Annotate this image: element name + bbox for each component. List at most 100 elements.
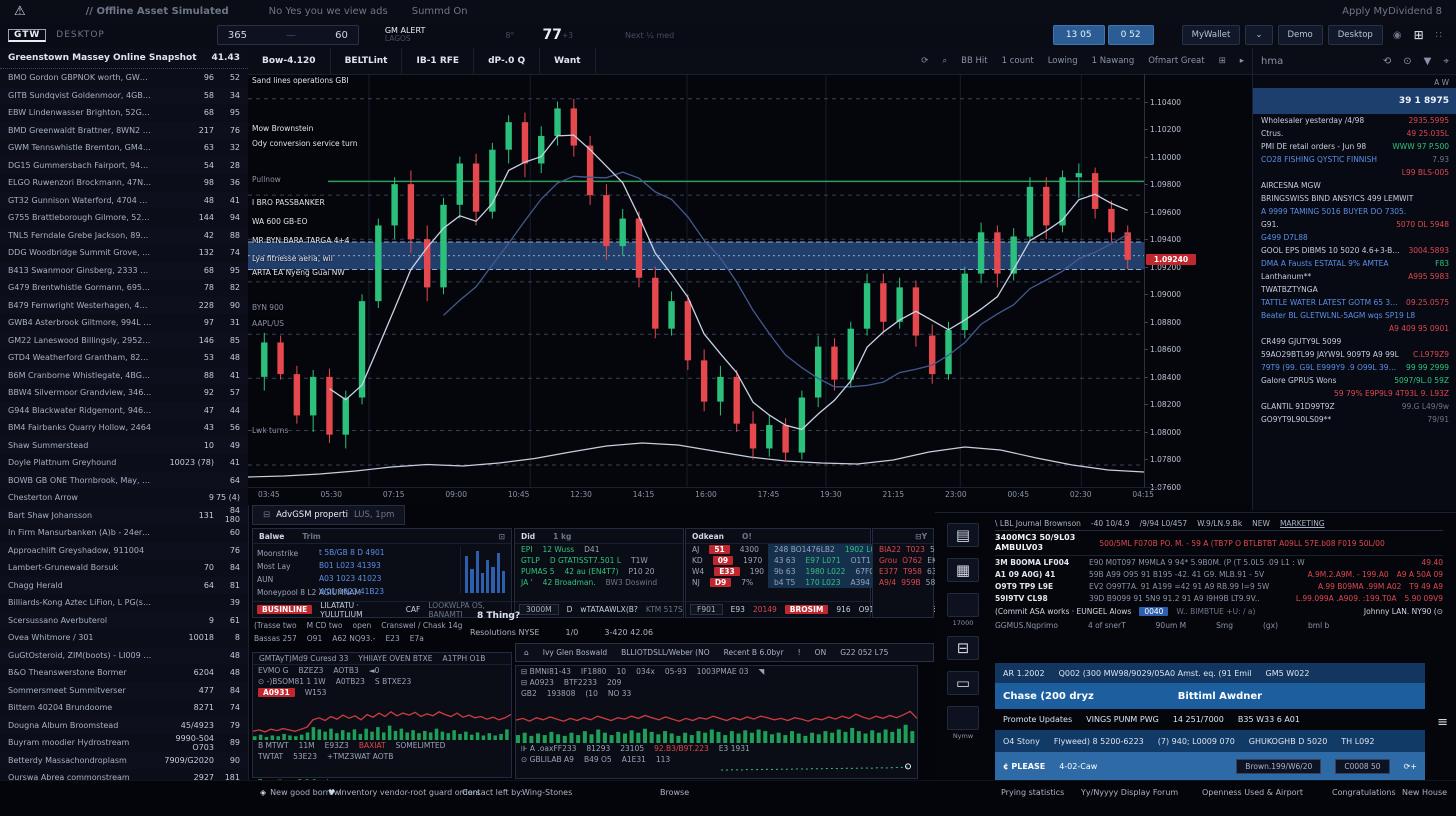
strip-tool-icon[interactable]: ⊟ xyxy=(947,636,979,660)
chart-toolbar-item[interactable]: 1 Nawang xyxy=(1092,56,1135,66)
dom-sell-row[interactable]: W4E33190 xyxy=(686,566,768,577)
dom-sell-row[interactable]: KD091970 xyxy=(686,555,768,566)
symbol-row[interactable]: Doyle Plattnum Greyhound 10023 (78) 41 xyxy=(0,454,248,472)
quotes-footer-item[interactable]: D xyxy=(567,605,573,614)
symbol-row[interactable]: BBW4 Silvermoor Grandview, 3464 6952 92 … xyxy=(0,384,248,402)
target-icon[interactable]: ⌖ xyxy=(1443,56,1449,67)
strip-tool-icon[interactable]: ▤ xyxy=(947,523,979,547)
menu-item-summary[interactable]: Summd On xyxy=(412,6,468,17)
feed-item[interactable]: DMA A Fausts ESTATAL 9% AMTEA F83 xyxy=(1253,257,1456,270)
filter-icon[interactable]: ▼ xyxy=(1424,56,1432,67)
status-item[interactable]: Congratulations xyxy=(1328,788,1396,797)
chart-toolbar-item[interactable]: 1 count xyxy=(1002,56,1034,66)
symbol-row[interactable]: G944 Blackwater Ridgemont, 9464 2925 47 … xyxy=(0,402,248,420)
status-item[interactable]: Contact left by: xyxy=(458,788,523,797)
strip-tool-icon[interactable] xyxy=(947,593,979,617)
symbol-row[interactable]: G755 Brattleborough Gilmore, 5272 8756 1… xyxy=(0,209,248,227)
news-header-cell[interactable]: \ LBL Journal Brownson xyxy=(995,519,1081,528)
order-book[interactable]: t 5B/GB 8 D 4901B01 L023 41393A03 1023 4… xyxy=(319,546,393,598)
chart-toolbar-item[interactable]: BB Hit xyxy=(961,56,987,66)
feed-item[interactable]: 79T9 (99. G9L E999Y9 .9 O99L 399T1 99 99… xyxy=(1253,361,1456,374)
symbol-row[interactable]: Approachlift Greyshadow, 911004 76 xyxy=(0,542,248,560)
alerts-header[interactable]: ⊟Y xyxy=(873,529,933,544)
quotes-footer-item[interactable]: 3000M xyxy=(519,604,559,615)
blotter-input-a[interactable]: Brown.199/W6/20 xyxy=(1236,759,1321,774)
status-item[interactable]: Yy/Nyyyy Display Forum xyxy=(1077,788,1178,797)
feed-item[interactable]: 59AO29BTL99 JAYW9L 909T9 A9 99L C.L979Z9 xyxy=(1253,348,1456,361)
news-header-cell[interactable]: -40 10/4.9 xyxy=(1091,519,1130,528)
symbol-row[interactable]: Sommersmeet Summitverser 477 84 xyxy=(0,682,248,700)
menu-button[interactable]: Demo xyxy=(1278,25,1323,45)
commit-row[interactable]: (Commit ASA works · EUNGEL Alows 0040 W.… xyxy=(995,604,1443,619)
blotter-row-3[interactable]: Promote UpdatesVINGS PUNM PWG14 251/7000… xyxy=(995,709,1425,730)
blotter-row-2[interactable]: Chase (200 dryzBittiml Awdner xyxy=(995,683,1425,709)
order-book-row[interactable]: A03 1023 41023 xyxy=(319,572,393,585)
market-watch-header[interactable]: Greenstown Massey Online Snapshot 41.43 xyxy=(0,48,248,69)
chart-toolbar-item[interactable]: ⟳ xyxy=(921,56,928,66)
news-header-cell[interactable]: NEW xyxy=(1252,519,1270,528)
menu-item-view[interactable]: No Yes you we view ads xyxy=(269,6,388,17)
quote-row[interactable]: JA '42 Broadman.BW3 Doswind xyxy=(515,577,683,588)
time-button-a[interactable]: 13 05 xyxy=(1053,25,1105,45)
feed-menu-label[interactable]: hma xyxy=(1261,56,1283,67)
symbol-row[interactable]: Dougna Album Broomstead 45/4923 79 xyxy=(0,717,248,735)
feed-highlight-band[interactable]: 39 1 8975 xyxy=(1253,88,1456,114)
chart-toolbar-item[interactable]: Lowing xyxy=(1048,56,1078,66)
symbol-row[interactable]: Buyram moodier Hydrostream 9990-504 O703… xyxy=(0,734,248,752)
symbol-row[interactable]: Billiards-Kong Aztec LiFion, L PG(s) Gil… xyxy=(0,594,248,612)
dom-header[interactable]: Odkean O! xyxy=(686,529,870,544)
symbol-row[interactable]: GWB4 Asterbrook Giltmore, 994L 2452 97 3… xyxy=(0,314,248,332)
symbol-row[interactable]: Chagg Herald 64 81 xyxy=(0,577,248,595)
symbol-row[interactable]: GTD4 Weatherford Grantham, 8274 2254 53 … xyxy=(0,349,248,367)
news-row[interactable]: 59I9TV CL98 39D B9099 91 5N9 91.2 91 A9 … xyxy=(995,592,1443,604)
order-footer-item[interactable]: CAF xyxy=(406,605,421,614)
watch-toolbar-item[interactable]: Recent B 6.0byr xyxy=(724,648,784,657)
symbol-row[interactable]: Bart Shaw Johansson 131 84 180 xyxy=(0,507,248,525)
symbol-row[interactable]: BM4 Fairbanks Quarry Hollow, 2464 43 56 xyxy=(0,419,248,437)
chart-toolbar-item[interactable]: ▸ xyxy=(1240,56,1244,66)
dom-footer-item[interactable]: E93 xyxy=(731,605,745,614)
watch-toolbar-item[interactable]: Ivy Glen Boswald xyxy=(543,648,607,657)
order-footer-item[interactable]: BUSINLINE xyxy=(257,605,312,614)
chart-toolbar-button[interactable]: Want xyxy=(540,48,595,74)
tick-left-tab[interactable]: A1TPH O1B xyxy=(443,654,486,663)
feed-item[interactable]: CR499 GJUTY9L 5099 xyxy=(1253,335,1456,348)
symbol-row[interactable]: Lambert-Grunewald Borsuk 70 84 xyxy=(0,559,248,577)
chart-toolbar-item[interactable]: ⌕ xyxy=(942,56,947,66)
alerts-icon[interactable]: ⊟Y xyxy=(915,532,927,541)
alert-row[interactable]: BIA22T02352 xyxy=(873,544,933,555)
symbol-row[interactable]: GT32 Gunnison Waterford, 4704 5847 48 41 xyxy=(0,192,248,210)
news-lead-row[interactable]: 3400MC3 50/9L03 AMBULV03 500/5ML F070B P… xyxy=(995,531,1443,556)
blotter-input-b[interactable]: C0008 50 xyxy=(1335,759,1389,774)
order-book-row[interactable]: t 5B/GB 8 D 4901 xyxy=(319,546,393,559)
quote-row[interactable]: GTLPD GTATISST7.501 LT1W xyxy=(515,555,683,566)
alert-row[interactable]: GrouO762EK xyxy=(873,555,933,566)
symbol-row[interactable]: BMD Greenwaldt Brattner, 8WN2 4562 217 7… xyxy=(0,122,248,140)
order-panel-header[interactable]: Balwe Trim ⊡ xyxy=(253,529,511,544)
symbol-row[interactable]: G479 Brentwhistle Gormann, 6954 7432 78 … xyxy=(0,279,248,297)
dom-footer-item[interactable]: BROSIM xyxy=(785,605,829,614)
menu-button[interactable]: Desktop xyxy=(1328,25,1383,45)
order-book-row[interactable]: B01 L023 41393 xyxy=(319,559,393,572)
more-options-icon[interactable]: ∷ xyxy=(1436,30,1442,41)
status-item[interactable]: Prying statistics xyxy=(997,788,1064,797)
feed-item[interactable]: L99 BLS-005 xyxy=(1253,166,1456,179)
dom-footer-item[interactable]: 916 xyxy=(836,605,850,614)
symbol-row[interactable]: GuGtOsteroid, ZIM(boots) - LI009 LEWIS4 … xyxy=(0,647,248,665)
feed-item[interactable]: BRINGSWISS BIND ANSYICS 499 LEMWIT xyxy=(1253,192,1456,205)
feed-item[interactable]: Wholesaler yesterday /4/98 2935.5995 xyxy=(1253,114,1456,127)
refresh-plus-icon[interactable]: ⟳+ xyxy=(1404,762,1417,771)
feed-item[interactable]: TWATBZTYNGA xyxy=(1253,283,1456,296)
feed-item[interactable]: CO28 FISHING QYSTIC FINNISH 7.93 xyxy=(1253,153,1456,166)
watch-toolbar-item[interactable]: ! xyxy=(798,648,801,657)
symbol-row[interactable]: ELGO Ruwenzori Brockmann, 47NL 4042 98 3… xyxy=(0,174,248,192)
news-row[interactable]: O9T9 TP9 L9E EV2 O99T7A. 91 A199 =42 91 … xyxy=(995,580,1443,592)
chart-toolbar-item[interactable]: ⊞ xyxy=(1219,56,1226,66)
hamburger-icon[interactable]: ≡ xyxy=(1437,715,1448,730)
symbol-row[interactable]: GITB Sundqvist Goldenmoor, 4GBL 2981 58 … xyxy=(0,87,248,105)
feed-item[interactable]: Ctrus. 49 25.035L xyxy=(1253,127,1456,140)
symbol-row[interactable]: BOWB GB ONE Thornbrook, May, STA/weederb… xyxy=(0,472,248,490)
dom-sell-row[interactable]: NJD97% xyxy=(686,577,768,588)
feed-item[interactable]: AIRCESNA MGW xyxy=(1253,179,1456,192)
status-item[interactable]: Openness Used & Airport xyxy=(1198,788,1303,797)
